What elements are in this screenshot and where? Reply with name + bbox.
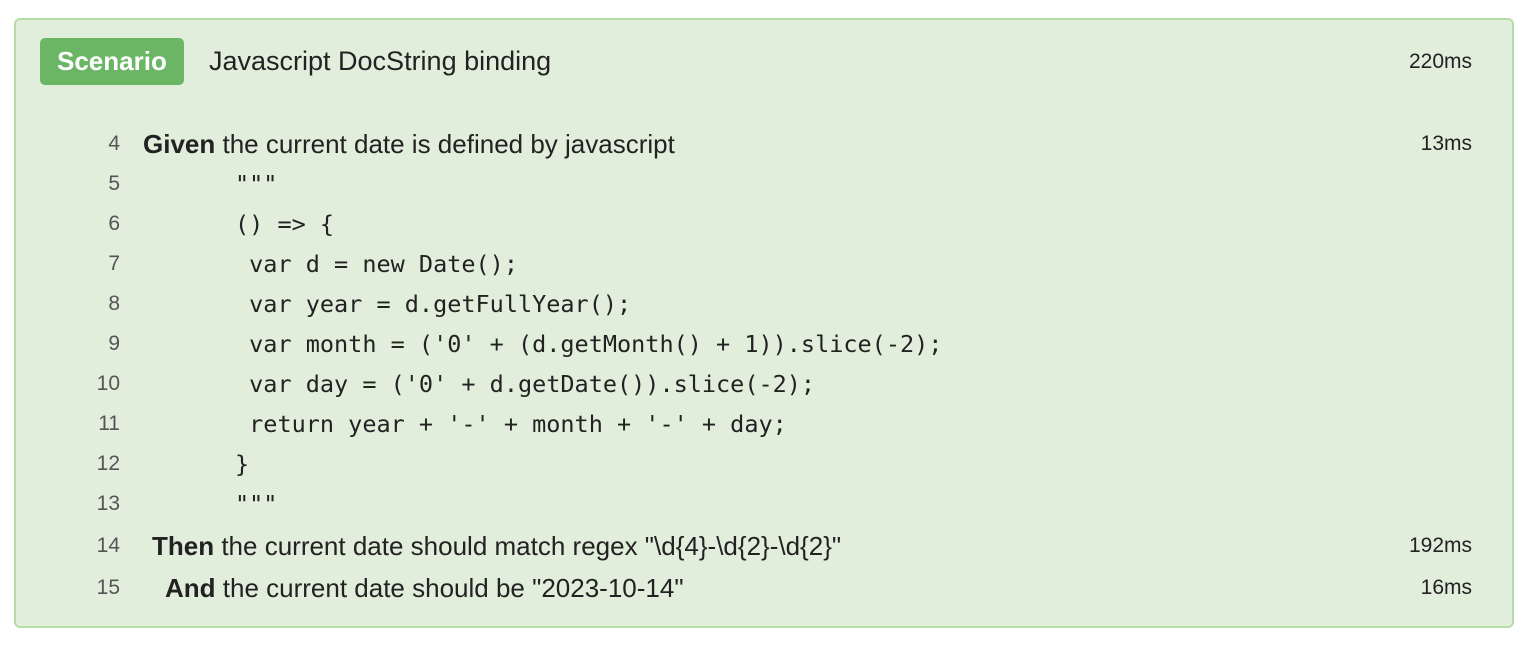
- line-number: 6: [108, 212, 120, 235]
- docstring-line: var day = ('0' + d.getDate()).slice(-2);: [235, 370, 816, 398]
- scenario-panel: Scenario Javascript DocString binding 22…: [14, 18, 1514, 628]
- step-keyword: Then: [152, 531, 215, 561]
- line-number: 11: [98, 412, 120, 435]
- step-row-and: 15 And the current date should be "2023-…: [16, 568, 1512, 608]
- docstring-line: var d = new Date();: [235, 250, 518, 278]
- docstring-line: var month = ('0' + (d.getMonth() + 1)).s…: [235, 330, 943, 358]
- docstring-line: }: [235, 450, 250, 478]
- line-number: 8: [108, 292, 120, 315]
- line-number: 13: [96, 492, 120, 515]
- step-description: the current date should be "2023-10-14": [215, 573, 684, 603]
- line-number: 9: [108, 332, 120, 355]
- docstring-row: 7 var d = new Date();: [16, 244, 1512, 284]
- docstring-line: var year = d.getFullYear();: [235, 290, 632, 318]
- docstring-line: """: [235, 170, 278, 198]
- line-number: 14: [96, 534, 120, 557]
- line-number: 15: [96, 576, 120, 599]
- line-number: 4: [108, 132, 120, 155]
- docstring-row: 8 var year = d.getFullYear();: [16, 284, 1512, 324]
- step-row-then: 14 Then the current date should match re…: [16, 526, 1512, 566]
- step-text: Then the current date should match regex…: [152, 526, 841, 566]
- step-text: And the current date should be "2023-10-…: [165, 568, 684, 608]
- step-keyword: Given: [143, 129, 216, 159]
- step-keyword: And: [165, 573, 216, 603]
- line-number: 5: [108, 172, 120, 195]
- docstring-line: """: [235, 490, 278, 518]
- step-text: Given the current date is defined by jav…: [143, 124, 675, 164]
- docstring-row: 9 var month = ('0' + (d.getMonth() + 1))…: [16, 324, 1512, 364]
- docstring-row: 5 """: [16, 164, 1512, 204]
- step-description: the current date is defined by javascrip…: [215, 129, 675, 159]
- docstring-row: 12 }: [16, 444, 1512, 484]
- line-number: 10: [96, 372, 120, 395]
- docstring-line: () => {: [235, 210, 335, 238]
- step-row-given: 4 Given the current date is defined by j…: [16, 124, 1512, 164]
- step-duration: 192ms: [1408, 534, 1472, 557]
- docstring-row: 13 """: [16, 484, 1512, 524]
- step-duration: 16ms: [1420, 576, 1472, 599]
- steps-list: 4 Given the current date is defined by j…: [16, 20, 1512, 626]
- docstring-row: 11 return year + '-' + month + '-' + day…: [16, 404, 1512, 444]
- step-duration: 13ms: [1420, 132, 1472, 155]
- docstring-line: return year + '-' + month + '-' + day;: [235, 410, 787, 438]
- docstring-row: 6 () => {: [16, 204, 1512, 244]
- line-number: 12: [96, 452, 120, 475]
- line-number: 7: [108, 252, 120, 275]
- step-description: the current date should match regex "\d{…: [214, 531, 842, 561]
- docstring-row: 10 var day = ('0' + d.getDate()).slice(-…: [16, 364, 1512, 404]
